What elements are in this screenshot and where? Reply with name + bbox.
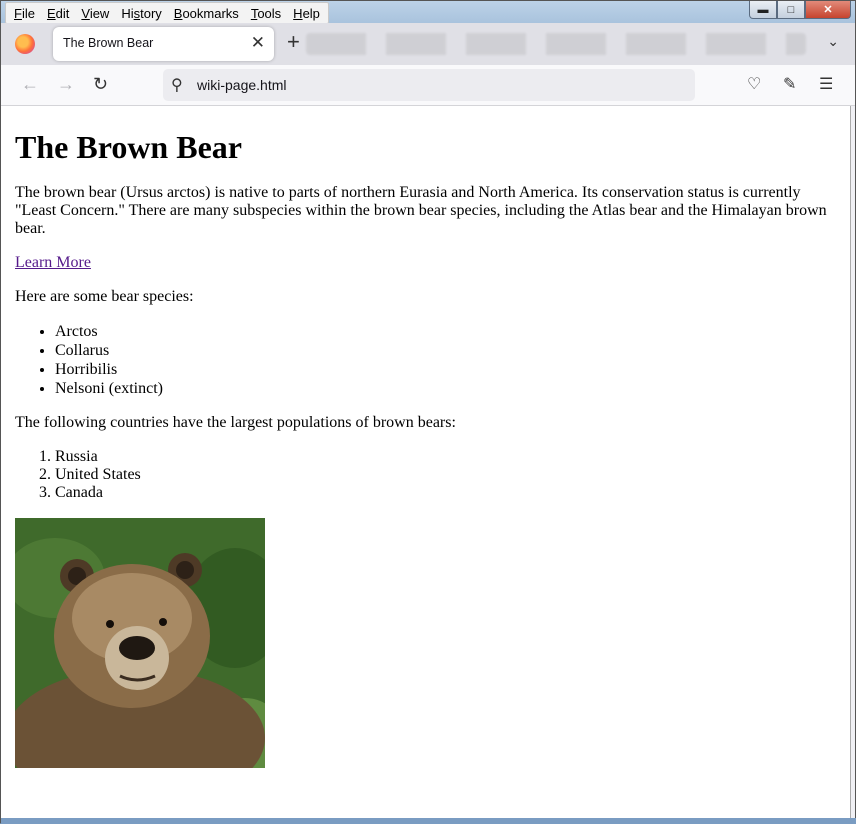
list-item: Russia bbox=[55, 448, 836, 466]
maximize-button[interactable]: □ bbox=[777, 1, 805, 19]
list-item: United States bbox=[55, 466, 836, 484]
window-controls: ▬ □ ✕ bbox=[749, 1, 851, 19]
pocket-icon[interactable]: ♡ bbox=[747, 74, 761, 94]
menu-history[interactable]: History bbox=[115, 3, 167, 23]
list-item: Nelsoni (extinct) bbox=[55, 379, 836, 398]
menu-bar: File Edit View History Bookmarks Tools H… bbox=[5, 2, 329, 24]
navigation-bar: ← → ↻ ⚲ wiki-page.html ♡ ✎ ☰ bbox=[1, 65, 855, 106]
minimize-button[interactable]: ▬ bbox=[749, 1, 777, 19]
countries-list: Russia United States Canada bbox=[15, 448, 836, 502]
title-bar: File Edit View History Bookmarks Tools H… bbox=[1, 1, 855, 24]
extensions-icon[interactable]: ✎ bbox=[783, 74, 796, 94]
reload-icon[interactable]: ↻ bbox=[93, 74, 108, 95]
menu-help[interactable]: Help bbox=[287, 3, 326, 23]
background-tabs bbox=[306, 33, 806, 55]
list-item: Canada bbox=[55, 484, 836, 502]
tab-strip: The Brown Bear ✕ + ⌄ bbox=[1, 23, 855, 65]
menu-edit[interactable]: Edit bbox=[41, 3, 75, 23]
menu-view[interactable]: View bbox=[75, 3, 115, 23]
list-item: Collarus bbox=[55, 341, 836, 360]
url-bar[interactable]: ⚲ wiki-page.html bbox=[163, 69, 695, 101]
countries-intro: The following countries have the largest… bbox=[15, 414, 456, 431]
back-arrow-icon[interactable]: ← bbox=[21, 74, 39, 95]
list-item: Arctos bbox=[55, 322, 836, 341]
window-bottom-border bbox=[1, 818, 856, 824]
brown-bear-image bbox=[15, 518, 265, 768]
species-intro: Here are some bear species: bbox=[15, 288, 194, 305]
menu-file[interactable]: File bbox=[8, 3, 41, 23]
browser-window: File Edit View History Bookmarks Tools H… bbox=[0, 0, 856, 824]
firefox-logo-icon[interactable] bbox=[15, 34, 35, 54]
page-content: The Brown Bear The brown bear (Ursus arc… bbox=[1, 106, 851, 818]
close-tab-icon[interactable]: ✕ bbox=[251, 33, 265, 53]
intro-paragraph: The brown bear (Ursus arctos) is native … bbox=[15, 184, 827, 237]
list-item: Horribilis bbox=[55, 360, 836, 379]
learn-more-link[interactable]: Learn More bbox=[15, 254, 91, 271]
tab-active[interactable]: The Brown Bear ✕ bbox=[53, 27, 274, 61]
forward-arrow-icon[interactable]: → bbox=[57, 74, 75, 95]
tab-title: The Brown Bear bbox=[63, 36, 154, 50]
page-title: The Brown Bear bbox=[15, 129, 242, 165]
menu-tools[interactable]: Tools bbox=[245, 3, 287, 23]
search-icon: ⚲ bbox=[171, 77, 183, 94]
chevron-down-icon[interactable]: ⌄ bbox=[827, 33, 839, 50]
close-window-button[interactable]: ✕ bbox=[805, 1, 851, 19]
species-list: Arctos Collarus Horribilis Nelsoni (exti… bbox=[15, 322, 836, 398]
hamburger-menu-icon[interactable]: ☰ bbox=[819, 74, 833, 94]
new-tab-icon[interactable]: + bbox=[287, 31, 300, 53]
url-text: wiki-page.html bbox=[197, 77, 287, 93]
menu-bookmarks[interactable]: Bookmarks bbox=[168, 3, 245, 23]
